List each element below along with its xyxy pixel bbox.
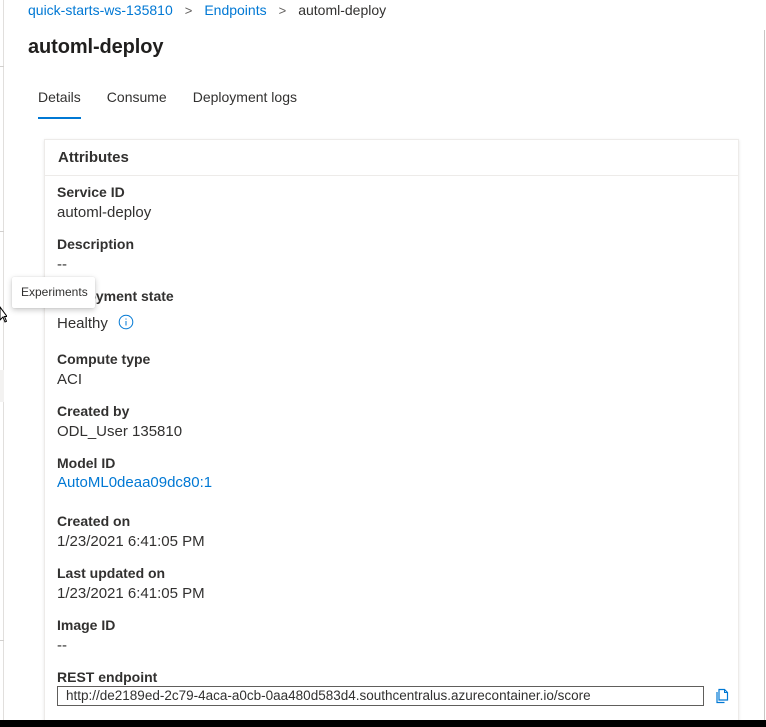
service-id-label: Service ID	[57, 184, 125, 200]
model-id-label: Model ID	[57, 455, 116, 471]
tab-label: Deployment logs	[192, 89, 297, 105]
created-by-value: ODL_User 135810	[57, 423, 183, 440]
service-id-value: automl-deploy	[57, 204, 152, 221]
breadcrumb-current: automl-deploy	[298, 2, 387, 18]
breadcrumb-endpoints-link[interactable]: Endpoints	[204, 2, 266, 18]
last-updated-on-label: Last updated on	[57, 565, 166, 581]
deployment-state-value: Healthy	[57, 315, 108, 332]
created-on-value: 1/23/2021 6:41:05 PM	[57, 533, 205, 550]
bottom-edge	[0, 720, 766, 727]
created-on-label: Created on	[57, 513, 131, 529]
rail-item[interactable]	[0, 370, 4, 402]
breadcrumb: quick-starts-ws-135810 > Endpoints > aut…	[28, 1, 386, 19]
description-label: Description	[57, 236, 135, 252]
image-id-label: Image ID	[57, 617, 116, 633]
created-by-label: Created by	[57, 403, 130, 419]
tab-details[interactable]: Details	[38, 89, 81, 119]
copy-icon[interactable]	[713, 687, 731, 705]
rest-endpoint-label: REST endpoint	[57, 669, 158, 685]
rail-divider	[0, 640, 4, 641]
rail-divider	[0, 231, 4, 232]
breadcrumb-separator: >	[278, 2, 287, 18]
breadcrumb-workspace-link[interactable]: quick-starts-ws-135810	[28, 2, 173, 18]
rail-divider	[0, 66, 4, 67]
compute-type-label: Compute type	[57, 351, 151, 367]
tab-deployment-logs[interactable]: Deployment logs	[193, 89, 297, 119]
content-border	[764, 30, 765, 720]
breadcrumb-separator: >	[184, 2, 193, 18]
compute-type-value: ACI	[57, 371, 83, 388]
tab-bar: Details Consume Deployment logs	[38, 89, 323, 119]
tab-consume[interactable]: Consume	[107, 89, 167, 119]
tab-label: Details	[38, 89, 81, 105]
rest-endpoint-field[interactable]: http://de2189ed-2c79-4aca-a0cb-0aa480d58…	[57, 686, 704, 706]
left-nav-rail	[0, 0, 4, 720]
info-icon[interactable]	[118, 314, 134, 330]
tab-label: Consume	[106, 89, 167, 105]
mouse-pointer-icon	[0, 306, 7, 323]
description-value: --	[57, 256, 67, 273]
card-divider	[45, 175, 738, 176]
page-title: automl-deploy	[28, 36, 164, 58]
experiments-tooltip: Experiments	[12, 277, 95, 308]
card-header: Attributes	[58, 149, 129, 166]
model-id-link[interactable]: AutoML0deaa09dc80:1	[57, 474, 212, 491]
image-id-value: --	[57, 637, 67, 654]
last-updated-on-value: 1/23/2021 6:41:05 PM	[57, 585, 205, 602]
